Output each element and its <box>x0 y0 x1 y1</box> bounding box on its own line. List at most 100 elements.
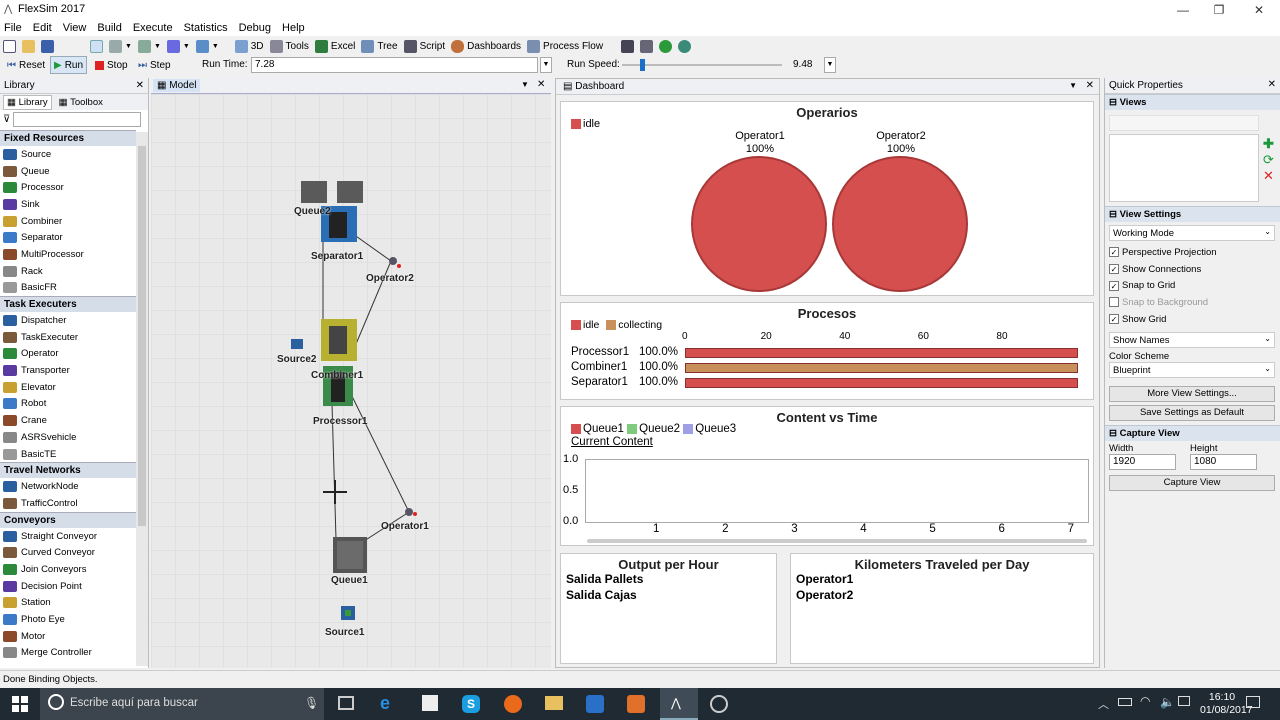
capture-view-section-header[interactable]: ⊟ Capture View <box>1105 425 1280 442</box>
run-speed-slider[interactable] <box>622 59 782 71</box>
show-names-select[interactable]: Show Names ⌄ <box>1109 332 1275 349</box>
combiner1-object[interactable] <box>321 319 357 361</box>
library-item[interactable]: Sink <box>0 196 136 213</box>
app-circle-icon[interactable] <box>710 695 728 713</box>
library-item[interactable]: Source <box>0 146 136 163</box>
checkbox-box[interactable]: ✓ <box>1109 247 1119 258</box>
library-item[interactable]: Station <box>0 595 136 612</box>
connect-mode-icon[interactable] <box>109 39 122 53</box>
firefox-icon[interactable] <box>504 695 522 713</box>
toolbar-tools-button[interactable]: Tools <box>267 37 312 55</box>
clock[interactable]: 16:10 01/08/2017 <box>1200 691 1253 717</box>
menu-file[interactable]: File <box>4 22 22 34</box>
close-button[interactable]: ✕ <box>1240 0 1278 20</box>
toolbar-excel-button[interactable]: Excel <box>312 37 358 55</box>
view-setting-checkbox[interactable]: Snap to Background <box>1105 294 1280 311</box>
library-item[interactable]: Join Conveyors <box>0 561 136 578</box>
volume-icon[interactable]: 🔈 <box>1160 695 1175 709</box>
library-item[interactable]: Dispatcher <box>0 312 136 329</box>
library-item[interactable]: Elevator <box>0 379 136 396</box>
group-select-icon[interactable] <box>137 39 151 53</box>
library-filter-input[interactable] <box>13 111 142 127</box>
view-mode-select[interactable]: Working Mode ⌄ <box>1109 225 1275 241</box>
library-item[interactable]: Photo Eye <box>0 611 136 628</box>
layout-icon[interactable] <box>195 39 209 53</box>
tab-library[interactable]: ▦ Library <box>3 94 52 110</box>
toolbar-processflow-button[interactable]: Process Flow <box>524 37 606 55</box>
task-view-icon[interactable] <box>338 696 354 710</box>
start-button[interactable] <box>12 696 28 712</box>
store-icon[interactable] <box>422 695 438 711</box>
library-item[interactable]: ASRSvehicle <box>0 429 136 446</box>
model-view[interactable]: Queue2 Separator1 Operator2 Source2 Comb… <box>151 94 551 668</box>
grid-icon[interactable] <box>621 39 635 53</box>
battery-icon[interactable] <box>1118 698 1132 706</box>
toolbar-dashboards-button[interactable]: Dashboards <box>448 37 524 55</box>
library-item[interactable]: Transporter <box>0 362 136 379</box>
checkbox-box[interactable]: ✓ <box>1109 264 1119 275</box>
run-time-field[interactable]: 7.28 <box>251 57 538 73</box>
library-section-header[interactable]: Fixed Resources <box>0 130 136 146</box>
edge-icon[interactable]: e <box>380 693 390 714</box>
open-folder-icon[interactable] <box>22 39 35 53</box>
stop-button[interactable]: Stop <box>92 56 131 74</box>
library-section-header[interactable]: Travel Networks <box>0 462 136 479</box>
library-section-header[interactable]: Task Executers <box>0 296 136 313</box>
library-item[interactable]: TaskExecuter <box>0 329 136 346</box>
toolbar-3d-button[interactable]: 3D <box>232 37 267 55</box>
model-tab-menu-icon[interactable]: ▼ <box>521 80 529 89</box>
library-item[interactable]: Separator <box>0 229 136 246</box>
quick-close-icon[interactable]: ✕ <box>1268 79 1276 90</box>
library-item[interactable]: Robot <box>0 396 136 413</box>
model-tab[interactable]: ▦ Model <box>153 79 201 92</box>
run-speed-dropdown[interactable]: ▼ <box>824 57 836 73</box>
view-setting-checkbox[interactable]: ✓ Show Connections <box>1105 261 1280 278</box>
taskbar-search-box[interactable]: Escribe aquí para buscar 🎙 <box>40 688 324 720</box>
menu-debug[interactable]: Debug <box>239 22 271 34</box>
library-item[interactable]: Decision Point <box>0 578 136 595</box>
checkbox-box[interactable] <box>1109 297 1119 308</box>
model-close-icon[interactable]: ✕ <box>537 79 545 90</box>
library-item[interactable]: Rack <box>0 263 136 280</box>
library-item[interactable]: Combiner <box>0 213 136 230</box>
run-speed-thumb[interactable] <box>640 59 645 71</box>
source2-object[interactable] <box>291 339 303 349</box>
library-item[interactable]: Operator <box>0 346 136 363</box>
run-time-dropdown[interactable]: ▼ <box>540 57 552 73</box>
refresh-view-icon[interactable]: ⟳ <box>1263 152 1274 168</box>
menu-view[interactable]: View <box>63 22 87 34</box>
content-scrollbar[interactable] <box>587 539 1087 543</box>
tab-toolbox[interactable]: ▦ Toolbox <box>56 96 106 109</box>
library-section-header[interactable]: Conveyors <box>0 511 136 528</box>
select-mode-icon[interactable] <box>90 39 103 53</box>
file-explorer-icon[interactable] <box>545 696 563 710</box>
library-item[interactable]: BasicFR <box>0 280 136 297</box>
library-item[interactable]: TrafficControl <box>0 495 136 512</box>
tray-chevron-icon[interactable]: ︿ <box>1098 696 1109 712</box>
menu-statistics[interactable]: Statistics <box>184 22 228 34</box>
checkbox-box[interactable]: ✓ <box>1109 314 1119 325</box>
library-item[interactable]: Queue <box>0 163 136 180</box>
views-name-field[interactable] <box>1109 115 1259 131</box>
reset-button[interactable]: ⏮ Reset <box>4 56 48 74</box>
network-icon[interactable]: ◠ <box>1140 694 1150 708</box>
view-setting-checkbox[interactable]: ✓ Perspective Projection <box>1105 244 1280 261</box>
flexsim-taskbar-item[interactable]: ⋀ <box>660 688 698 720</box>
menu-help[interactable]: Help <box>282 22 305 34</box>
views-section-header[interactable]: ⊟ Views <box>1105 94 1280 110</box>
library-item[interactable]: BasicTE <box>0 446 136 463</box>
color-cube-icon[interactable] <box>166 39 180 53</box>
globe-icon[interactable] <box>678 39 692 53</box>
view-settings-section-header[interactable]: ⊟ View Settings <box>1105 206 1280 222</box>
height-input[interactable]: 1080 <box>1190 454 1257 471</box>
outlook-icon[interactable] <box>586 695 604 713</box>
library-item[interactable]: NetworkNode <box>0 478 136 495</box>
save-icon[interactable] <box>41 39 54 53</box>
toolbar-tree-button[interactable]: Tree <box>358 37 400 55</box>
step-button[interactable]: ⏭ Step <box>135 56 174 74</box>
minimize-button[interactable]: — <box>1164 0 1202 20</box>
views-list[interactable] <box>1109 134 1259 202</box>
keyboard-icon[interactable] <box>1178 696 1190 706</box>
dashboard-tab-menu-icon[interactable]: ▼ <box>1069 81 1077 90</box>
width-input[interactable]: 1920 <box>1109 454 1176 471</box>
